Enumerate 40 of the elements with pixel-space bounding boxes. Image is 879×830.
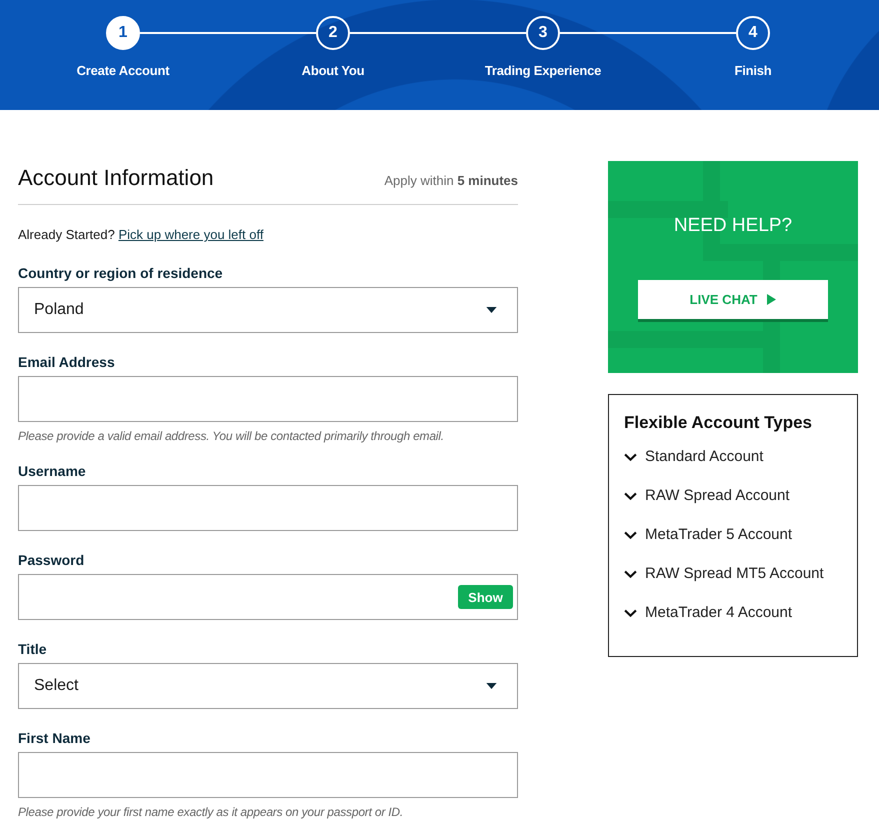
field-label: Password bbox=[18, 551, 86, 569]
field-label: Country or region of residence bbox=[18, 264, 224, 282]
input-field[interactable] bbox=[18, 376, 518, 422]
dropdown-field[interactable]: Select bbox=[18, 663, 518, 709]
step-label: About You bbox=[302, 63, 364, 79]
step-label: Create Account bbox=[76, 63, 170, 79]
section-title: Account Information bbox=[18, 164, 214, 192]
caret-icon bbox=[486, 683, 497, 689]
step-circle: 3 bbox=[526, 16, 560, 50]
time-note: Apply within 5 minutes bbox=[384, 173, 518, 188]
field-hint: Please provide a valid email address. You will be contacted primarily through email. bbox=[18, 428, 445, 444]
step-circle: 4 bbox=[736, 16, 770, 50]
chevron-icon[interactable] bbox=[624, 530, 637, 540]
account-type-link[interactable]: MetaTrader 4 Account bbox=[645, 603, 792, 623]
play-icon bbox=[767, 294, 776, 305]
chevron-icon[interactable] bbox=[624, 608, 637, 618]
field-hint: Please provide your first name exactly as it appears on your passport or ID. bbox=[18, 804, 404, 820]
dropdown-field[interactable]: Poland bbox=[18, 287, 518, 333]
caret-icon bbox=[486, 307, 497, 313]
account-type-link[interactable]: RAW Spread MT5 Account bbox=[645, 564, 824, 584]
field-label: Username bbox=[18, 462, 87, 480]
panel-title: Flexible Account Types bbox=[624, 412, 813, 434]
step-label: Trading Experience bbox=[484, 63, 602, 79]
step-label: Finish bbox=[734, 63, 772, 79]
chevron-icon[interactable] bbox=[624, 570, 637, 578]
chevron-icon[interactable] bbox=[624, 452, 637, 462]
account-type-link[interactable]: MetaTrader 5 Account bbox=[645, 525, 792, 545]
account-type-link[interactable]: RAW Spread Account bbox=[645, 486, 790, 506]
chevron-icon[interactable] bbox=[624, 492, 637, 500]
input-field[interactable] bbox=[18, 485, 518, 531]
resume-text: Already Started? Pick up where you left off bbox=[18, 226, 264, 244]
field-label: First Name bbox=[18, 729, 92, 747]
step-circle: 1 bbox=[106, 16, 140, 50]
field-label: Title bbox=[18, 640, 48, 658]
help-title: NEED HELP? bbox=[674, 215, 792, 237]
field-label: Email Address bbox=[18, 353, 116, 371]
step-circle: 2 bbox=[316, 16, 350, 50]
resume-link[interactable]: Pick up where you left off bbox=[118, 227, 264, 242]
input-field[interactable] bbox=[18, 752, 518, 798]
account-type-link[interactable]: Standard Account bbox=[645, 447, 764, 467]
